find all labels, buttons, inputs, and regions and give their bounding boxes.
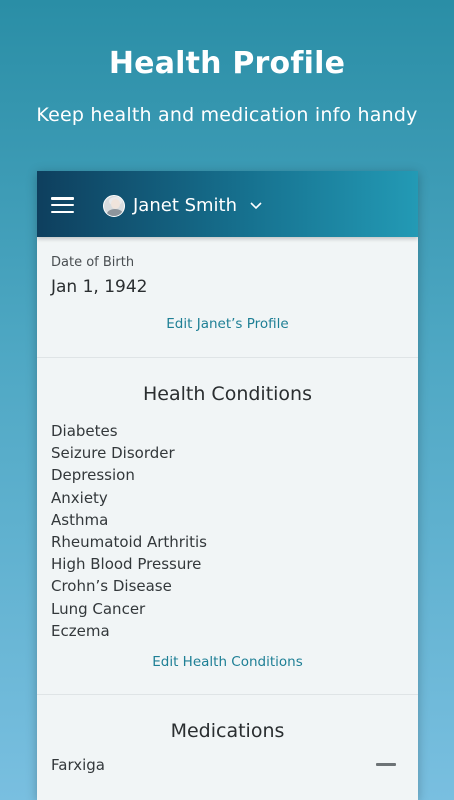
health-conditions-list: Diabetes Seizure Disorder Depression Anx… [51, 420, 207, 642]
medications-section: Medications Farxiga [37, 695, 418, 800]
condition-item: Asthma [51, 510, 109, 529]
condition-item: High Blood Pressure [51, 555, 202, 574]
edit-profile-link[interactable]: Edit Janet’s Profile [37, 316, 418, 332]
condition-item: Depression [51, 466, 135, 485]
condition-item: Crohn’s Disease [51, 577, 172, 596]
app-screen: Janet Smith Date of Birth Jan 1, 1942 Ed… [37, 171, 418, 800]
medications-heading: Medications [170, 720, 285, 742]
promo-subtitle: Keep health and medication info handy [36, 104, 418, 126]
condition-item: Lung Cancer [51, 599, 146, 618]
condition-item: Seizure Disorder [51, 444, 175, 463]
app-bar: Janet Smith [37, 171, 418, 237]
hamburger-menu-icon[interactable] [51, 197, 74, 214]
medication-row: Farxiga [51, 753, 396, 777]
profile-name[interactable]: Janet Smith [133, 195, 237, 216]
chevron-down-icon[interactable] [250, 202, 262, 210]
health-conditions-section: Health Conditions Diabetes Seizure Disor… [37, 358, 418, 695]
condition-item: Anxiety [51, 488, 108, 507]
dob-value: Jan 1, 1942 [51, 277, 148, 297]
health-conditions-heading: Health Conditions [143, 383, 312, 405]
collapse-minus-icon[interactable] [376, 763, 396, 766]
condition-item: Eczema [51, 621, 110, 640]
condition-item: Rheumatoid Arthritis [51, 532, 207, 551]
dob-label: Date of Birth [51, 255, 135, 270]
promo-title: Health Profile [108, 46, 346, 81]
edit-health-conditions-link[interactable]: Edit Health Conditions [37, 654, 418, 670]
condition-item: Diabetes [51, 422, 118, 440]
avatar[interactable] [103, 195, 125, 217]
profile-section: Date of Birth Jan 1, 1942 Edit Janet’s P… [37, 237, 418, 358]
medication-name: Farxiga [51, 756, 105, 774]
